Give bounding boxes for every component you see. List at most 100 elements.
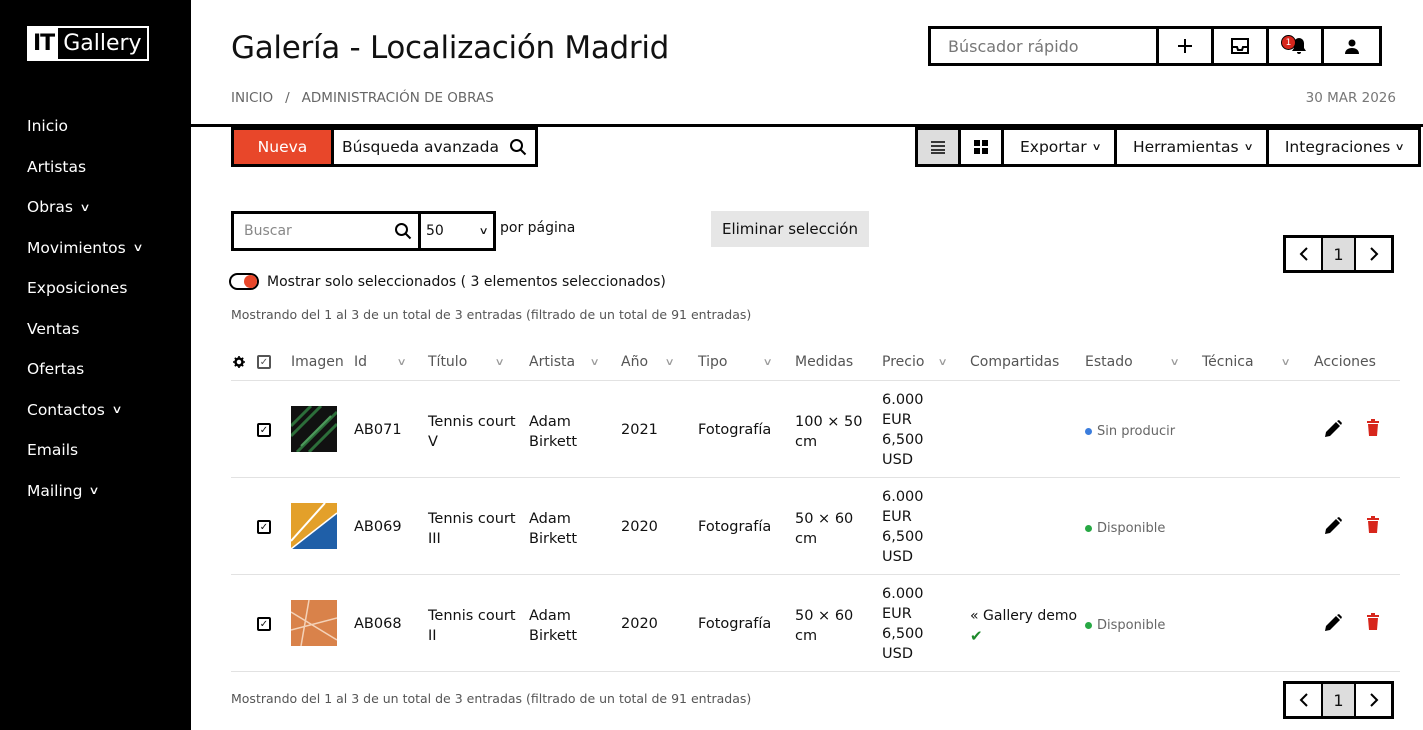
trash-icon [1367, 419, 1379, 436]
artwork-price: 6.000 EUR 6,500 USD [882, 392, 924, 468]
sidebar-item-movimientos[interactable]: Movimientos ∨ [27, 228, 143, 269]
artworks-table: ✓ Imagen Id ∨ Título ∨ Artista ∨ Año ∨ Tipo ∨… [231, 346, 1400, 672]
artwork-type: Fotografía [698, 422, 772, 438]
edit-button[interactable] [1323, 419, 1343, 443]
integrations-dropdown[interactable]: Integraciones ∨ [1269, 130, 1418, 164]
artwork-thumbnail[interactable] [290, 599, 338, 650]
artwork-price: 6.000 EUR 6,500 USD [882, 586, 924, 662]
logo[interactable]: IT Gallery [27, 26, 149, 61]
row-checkbox[interactable]: ✓ [257, 423, 271, 437]
delete-selection-button[interactable]: Eliminar selección [711, 211, 869, 247]
check-icon: ✓ [257, 423, 271, 437]
status-badge: Disponible [1085, 618, 1165, 633]
page-number[interactable]: 1 [1321, 238, 1356, 270]
page-number[interactable]: 1 [1321, 684, 1356, 716]
advanced-search-button[interactable]: Búsqueda avanzada [334, 130, 535, 164]
artwork-title[interactable]: Tennis court II [428, 606, 516, 646]
artwork-title[interactable]: Tennis court V [428, 412, 516, 452]
delete-button[interactable] [1366, 516, 1380, 538]
sidebar-item-ventas[interactable]: Ventas [27, 309, 142, 350]
column-artista[interactable]: Artista ∨ [529, 354, 600, 370]
row-checkbox[interactable]: ✓ [257, 520, 271, 534]
sidebar-item-obras[interactable]: Obras ∨ [27, 187, 142, 228]
column-estado[interactable]: Estado ∨ [1085, 354, 1180, 370]
sidebar-item-ofertas[interactable]: Ofertas [27, 349, 142, 390]
plus-icon [1178, 39, 1192, 53]
artwork-price: 6.000 EUR 6,500 USD [882, 489, 924, 565]
sidebar-item-artistas[interactable]: Artistas [27, 147, 142, 188]
edit-button[interactable] [1323, 516, 1343, 540]
new-button[interactable]: Nueva [234, 130, 334, 164]
user-button[interactable] [1324, 29, 1379, 63]
grid-view-button[interactable] [961, 130, 1004, 164]
column-precio[interactable]: Precio ∨ [882, 354, 948, 370]
artwork-size: 50 × 60 cm [795, 511, 854, 547]
table-row[interactable]: ✓ AB069 Tennis court III Adam Birkett 2020… [231, 478, 1400, 575]
quick-search-input[interactable]: Búscador rápido [931, 29, 1159, 63]
current-date: 30 MAR 2026 [1305, 90, 1396, 106]
inbox-icon [1231, 38, 1249, 54]
artwork-size: 100 × 50 cm [795, 414, 863, 450]
artwork-thumbnail[interactable] [289, 404, 339, 456]
delete-button[interactable] [1366, 613, 1380, 635]
sidebar-item-exposiciones[interactable]: Exposiciones [27, 268, 142, 309]
tools-dropdown[interactable]: Herramientas ∨ [1117, 130, 1269, 164]
prev-page-button[interactable] [1286, 684, 1321, 716]
sidebar-item-inicio[interactable]: Inicio [27, 106, 142, 147]
notifications-button[interactable]: 1 [1269, 29, 1324, 63]
sidebar-item-emails[interactable]: Emails [27, 430, 142, 471]
chevron-down-icon: ∨ [1091, 141, 1102, 153]
list-view-button[interactable] [918, 130, 961, 164]
column-titulo[interactable]: Título ∨ [428, 354, 505, 370]
column-medidas: Medidas [795, 354, 854, 370]
double-chevron-up-icon: « [970, 608, 979, 624]
row-checkbox[interactable]: ✓ [257, 617, 271, 631]
artwork-thumbnail[interactable] [290, 502, 338, 553]
prev-page-button[interactable] [1286, 238, 1321, 270]
per-page-select[interactable]: 50 ∨ [418, 211, 496, 251]
next-page-button[interactable] [1356, 684, 1391, 716]
artwork-artist[interactable]: Adam Birkett [529, 412, 577, 452]
chevron-down-icon: ∨ [589, 356, 600, 368]
column-ano[interactable]: Año ∨ [621, 354, 675, 370]
sidebar: IT Gallery Inicio Artistas Obras ∨ Movimi… [0, 0, 191, 730]
status-dot [1085, 428, 1092, 435]
column-tecnica[interactable]: Técnica ∨ [1202, 354, 1291, 370]
pencil-icon [1325, 614, 1342, 631]
chevron-down-icon: ∨ [478, 226, 489, 237]
search-icon [509, 139, 527, 156]
settings-icon[interactable] [233, 356, 245, 368]
primary-actions: Nueva Búsqueda avanzada [231, 127, 538, 167]
export-dropdown[interactable]: Exportar ∨ [1004, 130, 1117, 164]
chevron-down-icon: ∨ [762, 356, 773, 368]
table-row[interactable]: ✓ AB068 Tennis court II Adam Birkett 2020 … [231, 575, 1400, 672]
select-all-checkbox[interactable]: ✓ [257, 355, 271, 369]
artwork-title[interactable]: Tennis court III [428, 509, 516, 549]
column-tipo[interactable]: Tipo ∨ [698, 354, 773, 370]
edit-button[interactable] [1323, 613, 1343, 637]
add-button[interactable] [1159, 29, 1214, 63]
column-id[interactable]: Id ∨ [354, 354, 407, 370]
inbox-button[interactable] [1214, 29, 1269, 63]
column-compartidas: Compartidas [970, 354, 1060, 370]
entries-info-bottom: Mostrando del 1 al 3 de un total de 3 en… [231, 691, 752, 706]
breadcrumb-home[interactable]: INICIO [231, 90, 273, 106]
artwork-size: 50 × 60 cm [795, 608, 854, 644]
next-page-button[interactable] [1356, 238, 1391, 270]
artwork-type: Fotografía [698, 519, 772, 535]
selected-only-toggle-row: Mostrar solo seleccionados ( 3 elementos… [229, 273, 666, 290]
chevron-down-icon: ∨ [494, 356, 505, 368]
sidebar-item-mailing[interactable]: Mailing ∨ [27, 471, 142, 512]
artwork-artist[interactable]: Adam Birkett [529, 606, 577, 646]
table-row[interactable]: ✓ AB071 Tennis court V Adam Birkett 2021 F… [231, 381, 1400, 478]
sidebar-item-contactos[interactable]: Contactos ∨ [27, 390, 142, 431]
chevron-down-icon: ∨ [396, 356, 407, 368]
view-actions: Exportar ∨ Herramientas ∨ Integraciones ∨ [915, 127, 1421, 167]
chevron-down-icon: ∨ [88, 484, 101, 498]
artwork-artist[interactable]: Adam Birkett [529, 509, 577, 549]
table-search-input[interactable]: Buscar [231, 211, 421, 251]
selected-only-toggle[interactable] [229, 273, 259, 290]
delete-button[interactable] [1366, 419, 1380, 441]
breadcrumb: INICIO / ADMINISTRACIÓN DE OBRAS [231, 90, 494, 106]
artwork-id: AB068 [354, 616, 402, 632]
